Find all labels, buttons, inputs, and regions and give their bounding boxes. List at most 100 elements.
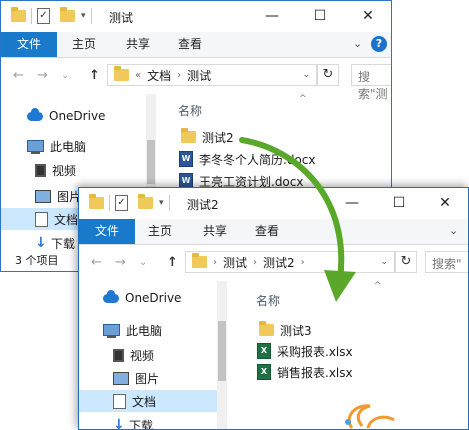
nav-scrollbar[interactable] bbox=[217, 281, 227, 429]
column-header-name[interactable]: 名称 bbox=[256, 292, 280, 309]
back-icon[interactable]: ← bbox=[13, 68, 24, 83]
refresh-button[interactable]: ↻ bbox=[395, 251, 417, 273]
watermark-logo bbox=[345, 404, 395, 429]
list-item[interactable]: 测试3 bbox=[259, 321, 312, 339]
breadcrumb-test[interactable]: 测试 bbox=[223, 254, 247, 271]
tab-home[interactable]: 主页 bbox=[137, 219, 183, 244]
tab-share[interactable]: 共享 bbox=[115, 32, 161, 57]
nav-item-documents[interactable]: 文档 bbox=[79, 390, 219, 412]
document-icon bbox=[113, 393, 126, 409]
tab-file[interactable]: 文件 bbox=[1, 32, 57, 57]
search-input[interactable]: 搜索"测 bbox=[351, 64, 391, 101]
address-box[interactable]: « 文档 › 测试 ⌄ bbox=[107, 64, 317, 86]
recent-locations-icon[interactable]: ⌄ bbox=[139, 257, 147, 268]
excel-file-icon: X bbox=[257, 343, 271, 359]
nav-item-onedrive[interactable]: OneDrive bbox=[1, 105, 105, 127]
nav-item-pictures[interactable]: 图片 bbox=[79, 367, 159, 389]
chevron-right-icon[interactable]: › bbox=[213, 257, 217, 268]
recent-locations-icon[interactable]: ⌄ bbox=[61, 70, 69, 81]
close-button[interactable]: ✕ bbox=[345, 1, 391, 32]
chevron-right-icon[interactable]: › bbox=[177, 70, 181, 81]
explorer-window-test2: ✓ ▾ 测试2 — ☐ ✕ 文件 主页 共享 查看 ⌄ ← → ⌄ ↑ › 测试… bbox=[78, 187, 469, 430]
list-item[interactable]: X 销售报表.xlsx bbox=[257, 363, 353, 381]
computer-icon bbox=[103, 324, 120, 338]
customize-toolbar-icon[interactable]: ▾ bbox=[159, 198, 164, 208]
folder-icon bbox=[114, 66, 129, 81]
new-folder-icon[interactable] bbox=[60, 7, 75, 22]
tab-view[interactable]: 查看 bbox=[244, 219, 290, 244]
breadcrumb-documents[interactable]: 文档 bbox=[147, 67, 171, 84]
nav-item-onedrive[interactable]: OneDrive bbox=[79, 287, 181, 309]
picture-icon bbox=[35, 189, 51, 203]
expand-ribbon-icon[interactable]: ⌄ bbox=[449, 224, 458, 237]
help-icon[interactable]: ? bbox=[371, 36, 387, 52]
forward-icon[interactable]: → bbox=[37, 68, 48, 83]
sort-arrow-icon: ^ bbox=[374, 281, 382, 291]
address-dropdown-icon[interactable]: ⌄ bbox=[302, 70, 310, 80]
address-dropdown-icon[interactable]: ⌄ bbox=[380, 257, 388, 267]
list-item[interactable]: W 李冬冬个人简历.docx bbox=[179, 150, 315, 168]
chevron-right-icon[interactable]: › bbox=[253, 257, 257, 268]
expand-ribbon-icon[interactable]: ⌄ bbox=[353, 37, 362, 50]
word-file-icon: W bbox=[179, 151, 193, 167]
nav-item-pictures[interactable]: 图片 bbox=[1, 185, 81, 207]
search-input[interactable]: 搜索" bbox=[425, 251, 468, 273]
nav-item-this-pc[interactable]: 此电脑 bbox=[1, 135, 86, 157]
list-item[interactable]: X 采购报表.xlsx bbox=[257, 342, 353, 360]
excel-file-icon: X bbox=[257, 364, 271, 380]
nav-item-this-pc[interactable]: 此电脑 bbox=[79, 319, 162, 341]
scrollbar-thumb[interactable] bbox=[218, 321, 226, 381]
file-name: 测试3 bbox=[280, 323, 312, 338]
picture-icon bbox=[113, 371, 129, 385]
file-name: 测试2 bbox=[202, 130, 234, 145]
new-folder-icon[interactable] bbox=[138, 194, 153, 209]
maximize-button[interactable]: ☐ bbox=[297, 1, 343, 32]
file-name: 李冬冬个人简历.docx bbox=[199, 152, 316, 167]
properties-icon[interactable]: ✓ bbox=[37, 8, 50, 24]
status-bar: 3 个项目 bbox=[1, 251, 75, 271]
nav-item-label: 下载 bbox=[129, 418, 154, 430]
nav-item-label: 图片 bbox=[135, 371, 160, 386]
minimize-button[interactable]: — bbox=[249, 1, 295, 32]
breadcrumb-test[interactable]: 测试 bbox=[187, 67, 211, 84]
back-icon[interactable]: ← bbox=[91, 255, 102, 270]
download-icon: ↓ bbox=[113, 416, 125, 430]
address-box[interactable]: › 测试 › 测试2 › ⌄ bbox=[185, 251, 395, 273]
overflow-chevron[interactable]: « bbox=[135, 70, 141, 81]
up-icon[interactable]: ↑ bbox=[167, 255, 178, 270]
minimize-button[interactable]: — bbox=[329, 188, 375, 219]
list-item[interactable]: 测试2 bbox=[181, 128, 234, 146]
refresh-button[interactable]: ↻ bbox=[317, 64, 339, 86]
ribbon-tabs: 文件 主页 共享 查看 ⌄ ? bbox=[1, 32, 391, 58]
document-icon bbox=[35, 211, 48, 227]
close-button[interactable]: ✕ bbox=[422, 188, 468, 219]
download-icon: ↓ bbox=[35, 234, 47, 251]
tab-view[interactable]: 查看 bbox=[167, 32, 213, 57]
column-header-name[interactable]: 名称 bbox=[178, 102, 202, 119]
folder-icon bbox=[192, 253, 207, 268]
chevron-right-icon[interactable]: › bbox=[301, 257, 305, 268]
scrollbar-thumb[interactable] bbox=[147, 140, 155, 184]
customize-toolbar-icon[interactable]: ▾ bbox=[81, 11, 86, 21]
tab-file[interactable]: 文件 bbox=[79, 219, 135, 244]
nav-item-label: 此电脑 bbox=[126, 323, 163, 338]
forward-icon[interactable]: → bbox=[115, 255, 126, 270]
quick-access-toolbar: ✓ ▾ bbox=[11, 7, 97, 25]
nav-item-label: 视频 bbox=[52, 163, 77, 178]
separator bbox=[168, 195, 170, 211]
nav-item-videos[interactable]: 视频 bbox=[1, 159, 76, 181]
maximize-button[interactable]: ☐ bbox=[376, 188, 422, 219]
window-title: 测试 bbox=[109, 11, 134, 25]
sort-arrow-icon: ^ bbox=[299, 94, 307, 104]
nav-item-downloads[interactable]: ↓ 下载 bbox=[79, 414, 153, 430]
separator bbox=[109, 195, 110, 211]
breadcrumb-test2[interactable]: 测试2 bbox=[263, 254, 295, 271]
tab-home[interactable]: 主页 bbox=[61, 32, 107, 57]
folder-icon bbox=[181, 128, 196, 143]
up-icon[interactable]: ↑ bbox=[89, 68, 100, 83]
tab-share[interactable]: 共享 bbox=[192, 219, 238, 244]
nav-item-label: OneDrive bbox=[125, 291, 182, 305]
nav-item-videos[interactable]: 视频 bbox=[79, 344, 154, 366]
title-bar: ✓ ▾ 测试2 — ☐ ✕ bbox=[79, 188, 468, 219]
properties-icon[interactable]: ✓ bbox=[115, 195, 128, 211]
